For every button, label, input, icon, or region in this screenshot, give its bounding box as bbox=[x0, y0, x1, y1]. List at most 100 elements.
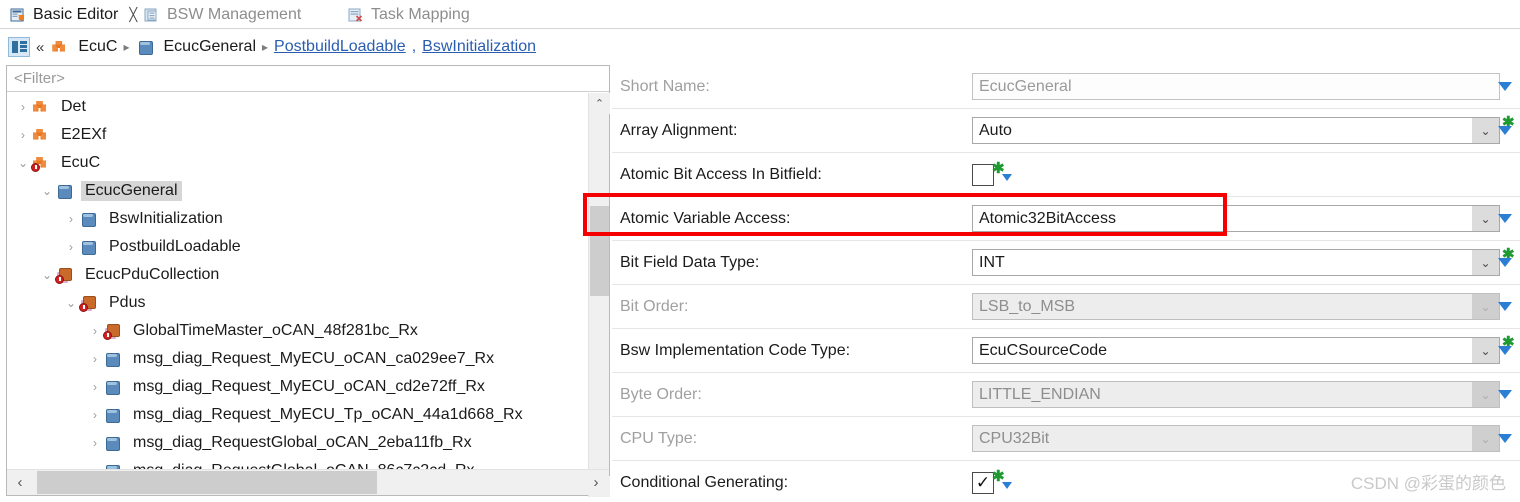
checkbox-checked[interactable]: ✓ bbox=[972, 472, 994, 494]
scroll-right-button[interactable]: › bbox=[583, 470, 609, 495]
tree-item[interactable]: › PostbuildLoadable bbox=[7, 233, 587, 261]
collapse-arrow-icon[interactable]: ⌄ bbox=[39, 185, 55, 197]
expand-arrow-icon[interactable]: › bbox=[87, 325, 103, 337]
tree-item[interactable]: ⌄EcucGeneral bbox=[7, 177, 587, 205]
chevron-right-icon: ▸ bbox=[123, 40, 129, 54]
tree-vertical-scrollbar[interactable]: ⌃ ⌄ bbox=[588, 93, 609, 497]
checkbox-unchecked[interactable] bbox=[972, 164, 994, 186]
combobox[interactable]: INT⌄ bbox=[972, 249, 1500, 276]
tree-horizontal-scrollbar[interactable]: ‹ › bbox=[7, 469, 609, 495]
error-badge-icon bbox=[103, 331, 112, 340]
blue-dropdown-arrow-icon[interactable] bbox=[1498, 346, 1512, 355]
expand-arrow-icon[interactable]: › bbox=[15, 129, 31, 141]
tree-item-label: EcucPduCollection bbox=[81, 265, 223, 285]
tab-label: BSW Management bbox=[167, 6, 301, 24]
module-icon bbox=[31, 127, 51, 143]
form-row: Array Alignment:Auto⌄✱ bbox=[612, 109, 1520, 153]
tree-view[interactable]: ›Det›E2EXf⌄EcuC⌄EcucGeneral›BswInitializ… bbox=[7, 93, 587, 470]
combobox[interactable]: Auto⌄ bbox=[972, 117, 1500, 144]
field-value: EcuCSourceCode bbox=[973, 342, 1107, 360]
container-icon bbox=[103, 435, 123, 451]
field-value: EcucGeneral bbox=[973, 78, 1072, 96]
blue-dropdown-arrow-icon[interactable] bbox=[1498, 82, 1512, 91]
modified-marker-icon: ✱ bbox=[992, 469, 1005, 484]
collapse-arrow-icon[interactable]: ⌄ bbox=[63, 297, 79, 309]
tree-item-label: msg_diag_Request_MyECU_Tp_oCAN_44a1d668_… bbox=[129, 405, 527, 425]
tree-item[interactable]: ⌄ EcuC bbox=[7, 149, 587, 177]
blue-dropdown-arrow-icon[interactable] bbox=[1498, 390, 1512, 399]
form-row: CPU Type:CPU32Bit⌄ bbox=[612, 417, 1520, 461]
tree-item-label: E2EXf bbox=[57, 125, 110, 145]
form-label: Byte Order: bbox=[612, 386, 972, 404]
tree-item[interactable]: › E2EXf bbox=[7, 121, 587, 149]
container-icon bbox=[55, 183, 75, 199]
tab-basic-editor[interactable]: Basic Editor ╳ bbox=[2, 0, 145, 29]
tree-item-label: PostbuildLoadable bbox=[105, 237, 245, 257]
tree-item[interactable]: ›GlobalTimeMaster_oCAN_48f281bc_Rx bbox=[7, 317, 587, 345]
form-label: Conditional Generating: bbox=[612, 474, 972, 492]
error-badge-icon bbox=[31, 163, 40, 172]
tree-item[interactable]: ⌄ EcucPduCollection bbox=[7, 261, 587, 289]
tree-item[interactable]: ›msg_diag_RequestGlobal_oCAN_2eba11fb_Rx bbox=[7, 429, 587, 457]
form-control-cell: EcuCSourceCode⌄✱ bbox=[972, 329, 1520, 372]
breadcrumb-link-postbuildloadable[interactable]: PostbuildLoadable bbox=[274, 38, 406, 56]
blue-dropdown-arrow-icon[interactable] bbox=[1498, 434, 1512, 443]
chevron-down-icon[interactable]: ⌄ bbox=[1472, 206, 1499, 231]
tree-item[interactable]: ›msg_diag_Request_MyECU_oCAN_ca029ee7_Rx bbox=[7, 345, 587, 373]
breadcrumb-collapse-icon[interactable]: « bbox=[36, 39, 44, 56]
breadcrumb-node-ecucgeneral[interactable]: EcucGeneral bbox=[164, 38, 257, 56]
module-icon bbox=[50, 39, 70, 55]
blue-dropdown-arrow-icon[interactable] bbox=[1498, 258, 1512, 267]
property-form-panel: Short Name:EcucGeneralArray Alignment:Au… bbox=[612, 65, 1520, 502]
expand-arrow-icon[interactable]: › bbox=[63, 241, 79, 253]
expand-arrow-icon[interactable]: › bbox=[63, 213, 79, 225]
pdu-collection-icon bbox=[79, 295, 99, 311]
chevron-down-icon[interactable]: ⌄ bbox=[1472, 338, 1499, 363]
module-icon bbox=[31, 99, 51, 115]
expand-arrow-icon[interactable]: › bbox=[87, 381, 103, 393]
combobox: CPU32Bit⌄ bbox=[972, 425, 1500, 452]
expand-arrow-icon[interactable]: › bbox=[87, 409, 103, 421]
tree-item[interactable]: ›Det bbox=[7, 93, 587, 121]
blue-dropdown-arrow-icon[interactable] bbox=[1498, 126, 1512, 135]
blue-dropdown-arrow-icon[interactable] bbox=[1498, 214, 1512, 223]
scroll-up-button[interactable]: ⌃ bbox=[589, 93, 610, 114]
expand-arrow-icon[interactable]: › bbox=[87, 353, 103, 365]
tree-item-label: msg_diag_Request_MyECU_oCAN_cd2e72ff_Rx bbox=[129, 377, 489, 397]
form-control-cell: ✱ bbox=[972, 153, 1520, 196]
chevron-down-icon[interactable]: ⌄ bbox=[1472, 118, 1499, 143]
tree-item-label: Pdus bbox=[105, 293, 149, 313]
form-label: CPU Type: bbox=[612, 430, 972, 448]
editor-window: Basic Editor ╳ BSW Management bbox=[0, 0, 1520, 502]
expand-arrow-icon[interactable]: › bbox=[15, 101, 31, 113]
combobox[interactable]: Atomic32BitAccess⌄ bbox=[972, 205, 1500, 232]
tree-item[interactable]: › msg_diag_Request_MyECU_Tp_oCAN_44a1d668… bbox=[7, 401, 587, 429]
watermark: CSDN @彩蛋的颜色 bbox=[1351, 469, 1506, 494]
collapse-arrow-icon[interactable]: ⌄ bbox=[15, 157, 31, 169]
tab-bsw-management[interactable]: BSW Management bbox=[136, 0, 309, 29]
form-label: Atomic Bit Access In Bitfield: bbox=[612, 166, 972, 184]
filter-input[interactable]: <Filter> bbox=[7, 66, 609, 92]
tree-item-label: EcuC bbox=[57, 153, 104, 173]
tree-item[interactable]: ›BswInitialization bbox=[7, 205, 587, 233]
expand-arrow-icon[interactable]: › bbox=[87, 437, 103, 449]
home-view-icon[interactable] bbox=[8, 37, 30, 57]
tree-item[interactable]: › msg_diag_Request_MyECU_oCAN_cd2e72ff_Rx bbox=[7, 373, 587, 401]
tab-label: Basic Editor bbox=[33, 6, 118, 24]
scroll-left-button[interactable]: ‹ bbox=[7, 470, 33, 495]
tab-label: Task Mapping bbox=[371, 6, 470, 24]
form-label: Atomic Variable Access: bbox=[612, 210, 972, 228]
collapse-arrow-icon[interactable]: ⌄ bbox=[39, 269, 55, 281]
tree-item[interactable]: ⌄ Pdus bbox=[7, 289, 587, 317]
chevron-down-icon[interactable]: ⌄ bbox=[1472, 250, 1499, 275]
breadcrumb-link-bswinitialization[interactable]: BswInitialization bbox=[422, 38, 536, 56]
combobox[interactable]: EcuCSourceCode ⌄ bbox=[972, 337, 1500, 364]
form-control-cell: LITTLE_ENDIAN⌄ bbox=[972, 373, 1520, 416]
field-value: LITTLE_ENDIAN bbox=[973, 386, 1101, 404]
vertical-scroll-thumb[interactable] bbox=[590, 206, 609, 296]
horizontal-scroll-thumb[interactable] bbox=[37, 471, 377, 494]
breadcrumb-node-ecuc[interactable]: EcuC bbox=[78, 38, 117, 56]
blue-dropdown-arrow-icon[interactable] bbox=[1498, 302, 1512, 311]
tab-task-mapping[interactable]: Task Mapping bbox=[340, 0, 478, 29]
container-icon bbox=[103, 379, 123, 395]
